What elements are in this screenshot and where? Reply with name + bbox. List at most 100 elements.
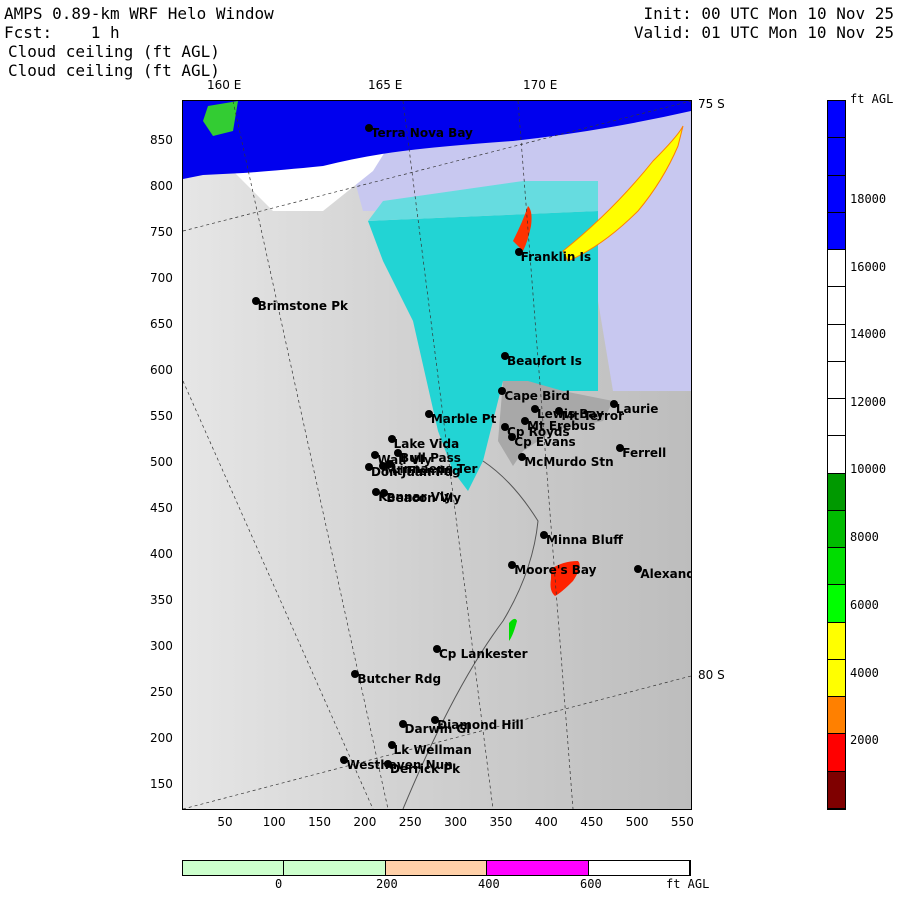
- lon-label-165: 165 E: [368, 78, 403, 92]
- ceiling-colorbar-tick: 14000: [850, 327, 887, 341]
- colorbar-segment: [828, 622, 845, 660]
- colorbar-segment: [183, 861, 285, 875]
- product-title: AMPS 0.89-km WRF Helo Window: [4, 4, 274, 23]
- place-label: Linnaeus Ter: [391, 462, 478, 477]
- colorbar-segment: [828, 101, 845, 139]
- place-label: Alexander: [640, 567, 691, 581]
- colorbar-segment: [828, 361, 845, 399]
- terrain-colorbar: [182, 860, 691, 876]
- place-label: Laurie: [615, 402, 659, 417]
- terrain-colorbar-tick: 0: [275, 877, 283, 891]
- lat-label-80: 80 S: [698, 668, 725, 682]
- colorbar-segment: [828, 473, 845, 511]
- ceiling-colorbar-tick: 2000: [850, 733, 879, 747]
- place-label: Terra Nova Bay: [370, 125, 473, 140]
- field-label-1: Cloud ceiling (ft AGL): [8, 42, 220, 61]
- place-label: Lake Vida: [393, 437, 460, 452]
- ceiling-colorbar-tick: 16000: [850, 260, 887, 274]
- ceiling-colorbar-tick: 6000: [850, 598, 879, 612]
- x-tick-label: 100: [262, 815, 286, 829]
- place-label: Marble Pt: [430, 411, 497, 426]
- forecast-hour: Fcst: 1 h: [4, 23, 120, 42]
- place-label: Cp Lankester: [439, 647, 528, 661]
- ceiling-colorbar-tick: 4000: [850, 666, 879, 680]
- colorbar-segment: [828, 212, 845, 250]
- place-label: Cape Bird: [504, 388, 570, 403]
- place-label: Brimstone Pk: [257, 299, 349, 314]
- colorbar-segment: [828, 510, 845, 548]
- map-panel[interactable]: Terra Nova Bay Franklin Is Brimstone Pk Bea…: [182, 100, 692, 810]
- ceiling-colorbar-tick: 10000: [850, 462, 887, 476]
- place-label: Moore's Bay: [514, 563, 597, 578]
- colorbar-segment: [828, 175, 845, 213]
- colorbar-segment: [828, 287, 845, 325]
- y-tick-label: 200: [150, 731, 173, 746]
- y-tick-label: 700: [150, 271, 173, 286]
- lat-label-75: 75 S: [698, 97, 725, 111]
- x-tick-label: 50: [217, 815, 233, 829]
- y-tick-label: 150: [150, 777, 173, 791]
- x-tick-label: 200: [353, 815, 377, 829]
- x-tick-label: 550: [670, 815, 694, 829]
- ceiling-colorbar-tick: 18000: [850, 192, 887, 206]
- y-tick-label: 350: [150, 593, 173, 608]
- terrain-colorbar-tick: 200: [376, 877, 398, 891]
- y-tick-label: 800: [150, 179, 173, 194]
- place-label: McMurdo Stn: [524, 454, 614, 469]
- place-label: Beacon Vly: [386, 490, 462, 505]
- place-label: Butcher Rdg: [357, 671, 442, 686]
- place-label: Lk Wellman: [393, 742, 472, 757]
- y-tick-label: 750: [150, 225, 173, 240]
- x-tick-label: 250: [398, 815, 422, 829]
- y-tick-label: 550: [150, 409, 173, 424]
- lon-label-160: 160 E: [207, 78, 242, 92]
- colorbar-segment: [828, 585, 845, 623]
- colorbar-segment: [828, 436, 845, 474]
- valid-time: Valid: 01 UTC Mon 10 Nov 25: [633, 23, 894, 42]
- place-label: Diamond Hill: [437, 717, 524, 732]
- y-tick-label: 500: [150, 455, 173, 470]
- x-tick-label: 150: [308, 815, 331, 829]
- colorbar-segment: [828, 399, 845, 437]
- y-tick-label: 650: [150, 317, 173, 332]
- colorbar-segment: [828, 138, 845, 176]
- x-tick-label: 350: [489, 815, 513, 829]
- y-tick-label: 250: [150, 685, 173, 700]
- ceiling-colorbar: [827, 100, 846, 810]
- places-layer: Terra Nova Bay Franklin Is Brimstone Pk Bea…: [183, 101, 691, 809]
- colorbar-segment: [284, 861, 386, 875]
- colorbar-segment: [828, 734, 845, 772]
- ceiling-colorbar-unit: ft AGL: [850, 92, 894, 106]
- colorbar-segment: [588, 861, 691, 875]
- place-label: Cp Evans: [514, 434, 576, 449]
- y-tick-label: 300: [150, 639, 173, 654]
- y-tick-label: 850: [150, 133, 173, 148]
- lon-label-170: 170 E: [523, 78, 558, 92]
- terrain-colorbar-unit: ft AGL: [666, 877, 710, 891]
- x-tick-label: 300: [444, 815, 468, 829]
- place-label: Derrick Pk: [390, 761, 461, 776]
- place-label: Minna Bluff: [546, 532, 623, 547]
- y-tick-label: 400: [150, 547, 173, 562]
- y-tick-label: 450: [150, 501, 173, 516]
- colorbar-segment: [828, 771, 845, 809]
- ceiling-colorbar-tick: 12000: [850, 395, 887, 409]
- field-label-2: Cloud ceiling (ft AGL): [8, 61, 220, 80]
- x-tick-label: 400: [534, 815, 558, 829]
- place-label: Franklin Is: [520, 249, 592, 264]
- colorbar-segment: [828, 250, 845, 288]
- colorbar-segment: [828, 548, 845, 586]
- ceiling-colorbar-tick: 8000: [850, 530, 879, 544]
- colorbar-segment: [487, 861, 589, 875]
- y-tick-label: 600: [150, 363, 173, 378]
- place-label: Beaufort Is: [507, 353, 582, 368]
- colorbar-segment: [828, 697, 845, 735]
- colorbar-segment: [385, 861, 488, 875]
- colorbar-segment: [828, 324, 845, 362]
- x-tick-label: 500: [625, 815, 649, 829]
- place-label: Ferrell: [622, 445, 667, 460]
- colorbar-segment: [828, 659, 845, 697]
- terrain-colorbar-tick: 600: [580, 877, 602, 891]
- x-tick-label: 450: [580, 815, 604, 829]
- terrain-colorbar-tick: 400: [478, 877, 500, 891]
